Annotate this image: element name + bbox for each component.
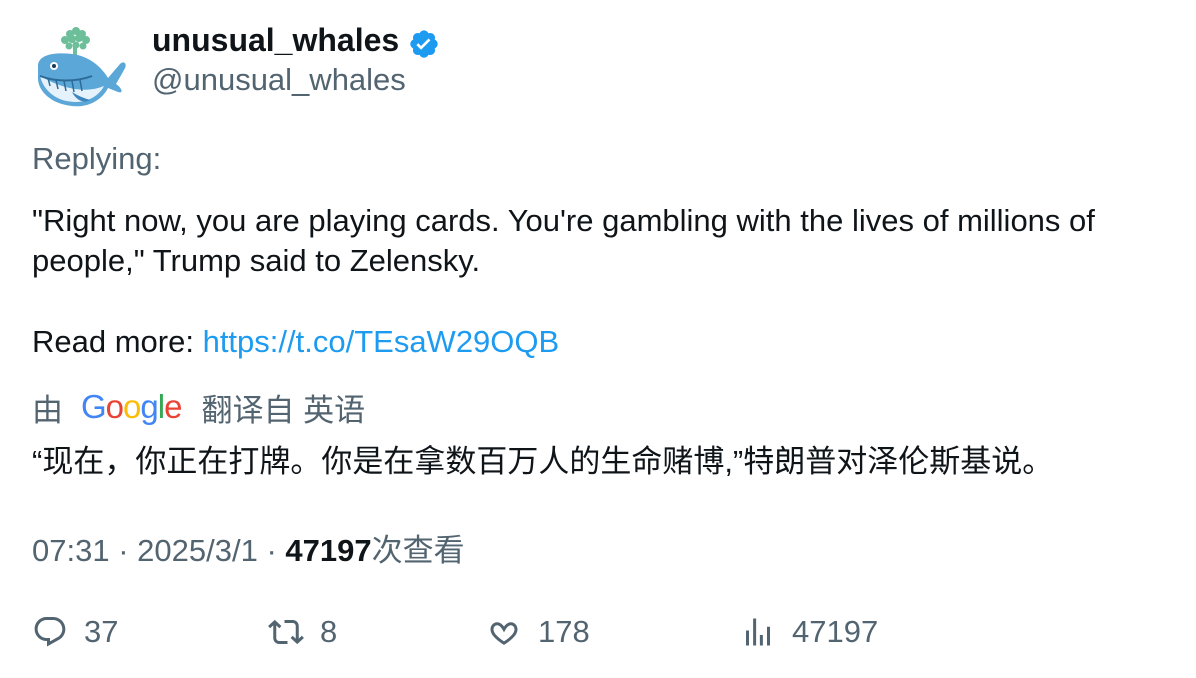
tweet-time[interactable]: 07:31 xyxy=(32,533,110,568)
avatar[interactable] xyxy=(32,26,128,112)
translated-by-label: 由 xyxy=(32,392,63,428)
whale-logo-icon xyxy=(38,27,126,107)
tweet-link[interactable]: https://t.co/TEsaW29OQB xyxy=(203,324,560,359)
views-action-count: 47197 xyxy=(792,614,879,649)
retweet-icon xyxy=(268,619,304,645)
read-more-line: Read more: https://t.co/TEsaW29OQB xyxy=(32,322,559,362)
heart-icon xyxy=(490,622,518,645)
read-more-label: Read more: xyxy=(32,324,203,359)
verified-badge-icon xyxy=(408,28,440,60)
views-button[interactable]: 47197 xyxy=(740,608,878,656)
tweet-date[interactable]: 2025/3/1 xyxy=(137,533,258,568)
like-button[interactable]: 178 xyxy=(486,608,590,656)
reply-button[interactable]: 37 xyxy=(32,608,118,656)
tweet-text: "Right now, you are playing cards. You'r… xyxy=(32,203,1095,278)
reply-icon xyxy=(34,617,66,647)
bar-chart-icon xyxy=(746,618,770,646)
tweet-meta: 07:31 · 2025/3/1 · 47197次查看 xyxy=(32,525,465,570)
translated-from-label: 翻译自 英语 xyxy=(201,392,366,428)
retweet-button[interactable]: 8 xyxy=(268,608,337,656)
reply-count: 37 xyxy=(84,614,119,649)
views-label: 次查看 xyxy=(371,533,465,568)
author-handle[interactable]: @unusual_whales xyxy=(152,62,406,98)
meta-separator: · xyxy=(118,533,129,568)
retweet-count: 8 xyxy=(320,614,338,649)
google-logo: Google xyxy=(81,388,182,425)
meta-separator: · xyxy=(266,533,277,568)
author-display-name[interactable]: unusual_whales xyxy=(152,22,399,59)
like-count: 178 xyxy=(538,614,590,649)
translated-text: “现在，你正在打牌。你是在拿数百万人的生命赌博,”特朗普对泽伦斯基说。 xyxy=(32,444,1054,479)
views-count: 47197 xyxy=(285,533,372,568)
replying-label: Replying: xyxy=(32,141,162,176)
translation-attribution[interactable]: 由 Google 翻译自 英语 xyxy=(32,385,365,429)
